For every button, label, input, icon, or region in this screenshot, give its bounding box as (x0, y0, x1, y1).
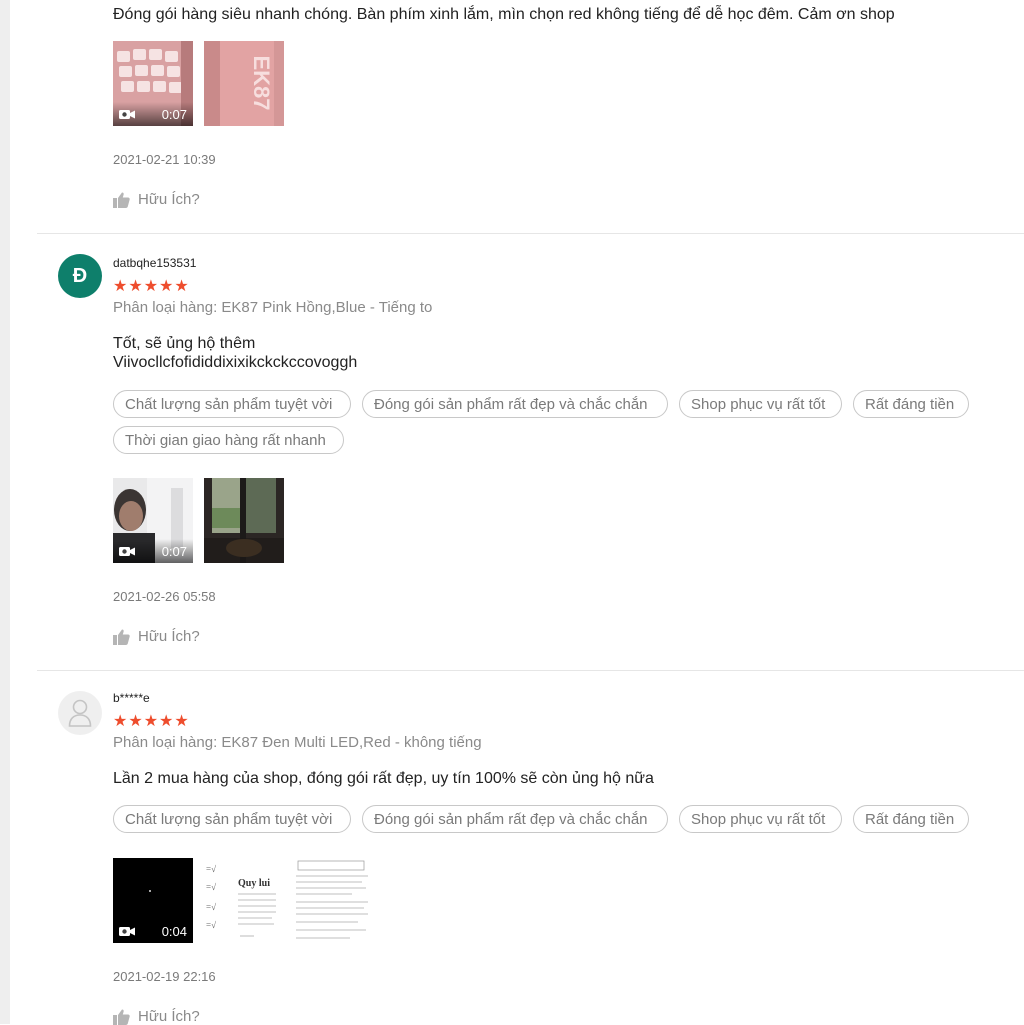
review-video-thumbnail[interactable]: 0:07 (113, 478, 193, 563)
review-image-thumbnail[interactable] (204, 478, 284, 563)
video-camera-icon (119, 546, 135, 556)
window-view-image (204, 478, 284, 563)
box-text: EK87 (249, 55, 274, 110)
review-video-thumbnail[interactable]: 0:04 (113, 858, 193, 943)
star-icon: ★ (159, 713, 175, 730)
star-icon: ★ (174, 278, 190, 295)
review-comment-line: Tốt, sẽ ủng hộ thêm (113, 335, 256, 352)
video-overlay: 0:04 (113, 919, 193, 943)
thumbs-up-icon (113, 1009, 130, 1025)
review-timestamp: 2021-02-21 10:39 (113, 152, 216, 167)
math-worksheet-image (292, 858, 372, 943)
helpful-button[interactable]: Hữu Ích? (113, 1008, 200, 1025)
review-tag[interactable]: Rất đáng tiền (853, 390, 969, 418)
ek87-box-image: EK87 (204, 41, 284, 126)
helpful-label: Hữu Ích? (138, 628, 200, 645)
star-icon: ★ (113, 713, 129, 730)
avatar-letter: Đ (72, 264, 88, 287)
star-icon: ★ (113, 278, 129, 295)
review-tag[interactable]: Đóng gói sản phẩm rất đẹp và chắc chắn (362, 805, 668, 833)
video-duration: 0:07 (161, 543, 187, 559)
video-duration: 0:04 (161, 923, 187, 939)
helpful-label: Hữu Ích? (138, 191, 200, 208)
review-comment-line: Viivocllcfofididdixixikckckccovoggh (113, 354, 358, 371)
video-duration: 0:07 (161, 106, 187, 122)
svg-text:=√: =√ (206, 902, 216, 912)
video-overlay: 0:07 (113, 539, 193, 563)
helpful-button[interactable]: Hữu Ích? (113, 628, 200, 645)
star-icon: ★ (128, 278, 144, 295)
review-tag[interactable]: Shop phục vụ rất tốt (679, 805, 842, 833)
review-tag[interactable]: Thời gian giao hàng rất nhanh (113, 426, 344, 454)
review-tag[interactable]: Đóng gói sản phẩm rất đẹp và chắc chắn (362, 390, 668, 418)
review-comment: Đóng gói hàng siêu nhanh chóng. Bàn phím… (113, 6, 895, 23)
review-image-thumbnail[interactable] (292, 858, 372, 943)
review-variant: Phân loại hàng: EK87 Đen Multi LED,Red -… (113, 734, 482, 751)
review-timestamp: 2021-02-26 05:58 (113, 589, 216, 604)
star-icon: ★ (159, 278, 175, 295)
review-image-thumbnail[interactable]: EK87 (204, 41, 284, 126)
video-overlay: 0:07 (113, 102, 193, 126)
star-icon: ★ (143, 278, 160, 295)
math-notes-image: =√ =√ =√ =√ Quy lui (204, 858, 284, 943)
video-camera-icon (119, 109, 135, 119)
review-comment: Lần 2 mua hàng của shop, đóng gói rất đẹ… (113, 770, 654, 787)
review-variant: Phân loại hàng: EK87 Pink Hồng,Blue - Ti… (113, 299, 433, 316)
star-icon: ★ (174, 713, 190, 730)
review-image-thumbnail[interactable]: =√ =√ =√ =√ Quy lui (204, 858, 284, 943)
page-left-edge (0, 0, 10, 1024)
helpful-label: Hữu Ích? (138, 1008, 200, 1025)
review-username[interactable]: b*****e (113, 691, 150, 705)
svg-text:=√: =√ (206, 920, 216, 930)
avatar[interactable]: Đ (58, 254, 102, 298)
star-icon: ★ (143, 713, 160, 730)
rating-stars: ★★★★★ (113, 279, 190, 295)
rating-stars: ★★★★★ (113, 714, 190, 730)
avatar[interactable] (58, 691, 102, 735)
review-username[interactable]: datbqhe153531 (113, 256, 196, 270)
review-tag[interactable]: Chất lượng sản phẩm tuyệt vời (113, 805, 351, 833)
review-tag[interactable]: Shop phục vụ rất tốt (679, 390, 842, 418)
star-icon: ★ (128, 713, 144, 730)
review-timestamp: 2021-02-19 22:16 (113, 969, 216, 984)
review-divider (37, 233, 1024, 234)
svg-text:=√: =√ (206, 882, 216, 892)
review-tag[interactable]: Chất lượng sản phẩm tuyệt vời (113, 390, 351, 418)
notes-heading: Quy lui (238, 878, 270, 889)
user-placeholder-icon (68, 699, 92, 727)
review-tag[interactable]: Rất đáng tiền (853, 805, 969, 833)
helpful-button[interactable]: Hữu Ích? (113, 191, 200, 208)
review-divider (37, 670, 1024, 671)
video-camera-icon (119, 926, 135, 936)
thumbs-up-icon (113, 629, 130, 645)
review-video-thumbnail[interactable]: 0:07 (113, 41, 193, 126)
svg-text:=√: =√ (206, 864, 216, 874)
thumbs-up-icon (113, 192, 130, 208)
